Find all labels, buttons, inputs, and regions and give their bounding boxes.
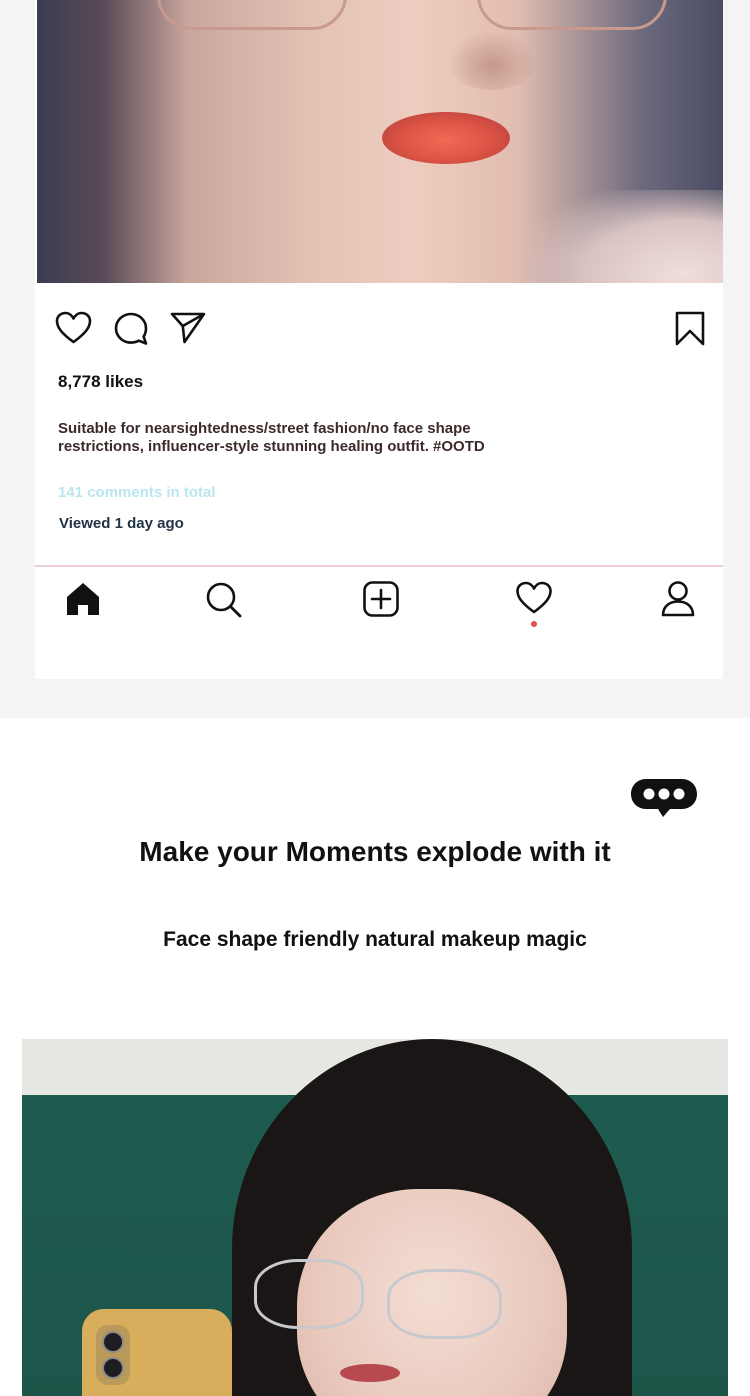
photo-collar xyxy=(527,190,723,283)
view-comments-link[interactable]: 141 comments in total xyxy=(58,484,216,501)
likes-count[interactable]: 8,778 likes xyxy=(58,372,143,392)
activity-notification-dot xyxy=(531,621,537,627)
glasses-lens-left xyxy=(254,1259,364,1329)
post-photo[interactable] xyxy=(37,0,723,283)
post-caption: Suitable for nearsightedness/street fash… xyxy=(58,420,485,455)
glasses-frame-right xyxy=(477,0,667,30)
heart-icon[interactable] xyxy=(515,581,553,620)
promo-subhead: Face shape friendly natural makeup magic xyxy=(163,928,587,951)
heart-outline-icon[interactable] xyxy=(55,311,92,345)
photo-lips-bottom xyxy=(340,1364,400,1382)
paper-plane-icon[interactable] xyxy=(169,311,207,345)
bookmark-icon[interactable] xyxy=(674,311,706,347)
nav-divider xyxy=(35,565,723,567)
chat-bubble-ellipsis-icon xyxy=(630,778,698,818)
product-photo xyxy=(22,1039,728,1396)
post-timestamp: Viewed 1 day ago xyxy=(59,515,184,532)
glasses-frame-left xyxy=(157,0,347,30)
home-icon[interactable] xyxy=(64,580,102,623)
photo-lips xyxy=(382,112,510,164)
plus-square-icon[interactable] xyxy=(362,580,400,623)
comment-bubble-icon[interactable] xyxy=(113,311,149,347)
search-icon[interactable] xyxy=(204,580,244,625)
promo-headline: Make your Moments explode with it xyxy=(139,836,611,867)
glasses-lens-right xyxy=(387,1269,502,1339)
person-icon[interactable] xyxy=(660,580,696,623)
photo-phone-camera xyxy=(96,1325,130,1385)
photo-nose-shade xyxy=(447,30,537,90)
